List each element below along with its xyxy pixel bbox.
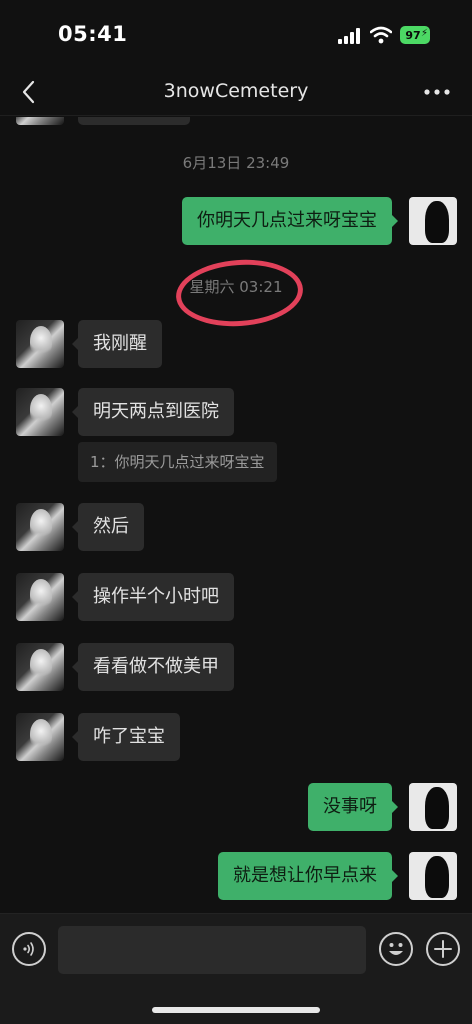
contact-avatar[interactable]	[16, 388, 64, 436]
voice-icon	[23, 942, 34, 956]
voice-button[interactable]	[12, 932, 46, 966]
message-bubble-incoming[interactable]: 操作半个小时吧	[72, 573, 234, 621]
contact-avatar[interactable]	[16, 713, 64, 761]
my-avatar[interactable]	[409, 852, 457, 900]
nav-bar: 3nowCemetery	[0, 70, 472, 116]
emoji-icon	[389, 943, 403, 955]
more-dots-icon	[424, 89, 450, 95]
message-bubble-incoming[interactable]: 看看做不做美甲	[72, 643, 234, 691]
highlight-circle-annotation	[173, 255, 306, 331]
emoji-button[interactable]	[379, 932, 413, 966]
charging-bolt-icon: ⚡	[420, 28, 428, 39]
contact-avatar[interactable]	[16, 117, 64, 125]
contact-avatar[interactable]	[16, 573, 64, 621]
message-bubble-incoming[interactable]: 然后	[72, 503, 144, 551]
message-bubble-incoming[interactable]: 我刚醒	[72, 320, 162, 368]
wifi-icon	[370, 26, 392, 44]
quoted-message[interactable]: 1：你明天几点过来呀宝宝	[78, 442, 277, 482]
plus-icon	[434, 940, 452, 958]
timestamp: 6月13日 23:49	[182, 154, 290, 172]
battery-icon: 97 ⚡	[400, 26, 430, 44]
more-button[interactable]	[422, 78, 452, 106]
my-avatar[interactable]	[409, 197, 457, 245]
home-indicator	[152, 1007, 320, 1013]
chat-screen: 05:41 97 ⚡ 3nowCemetery 6月13日 23:49 你明天几…	[0, 0, 472, 1024]
contact-avatar[interactable]	[16, 503, 64, 551]
message-bubble-outgoing[interactable]: 没事呀	[308, 783, 398, 831]
signal-icon	[338, 28, 360, 44]
message-list[interactable]: 6月13日 23:49 你明天几点过来呀宝宝 星期六 03:21 我刚醒 明天两…	[0, 117, 472, 913]
message-bubble-outgoing[interactable]: 你明天几点过来呀宝宝	[182, 197, 398, 245]
input-bar	[0, 913, 472, 1024]
message-bubble-incoming[interactable]: 咋了宝宝	[72, 713, 180, 761]
contact-avatar[interactable]	[16, 320, 64, 368]
battery-level: 97	[405, 28, 421, 42]
status-time: 05:41	[58, 22, 128, 46]
contact-avatar[interactable]	[16, 643, 64, 691]
message-bubble-incoming[interactable]: 明天两点到医院	[72, 388, 234, 436]
message-input[interactable]	[58, 926, 366, 974]
my-avatar[interactable]	[409, 783, 457, 831]
status-bar: 05:41 97 ⚡	[0, 0, 472, 70]
chat-title: 3nowCemetery	[163, 80, 309, 102]
message-bubble-outgoing[interactable]: 就是想让你早点来	[218, 852, 398, 900]
message-bubble-incoming[interactable]	[78, 117, 190, 125]
plus-button[interactable]	[426, 932, 460, 966]
